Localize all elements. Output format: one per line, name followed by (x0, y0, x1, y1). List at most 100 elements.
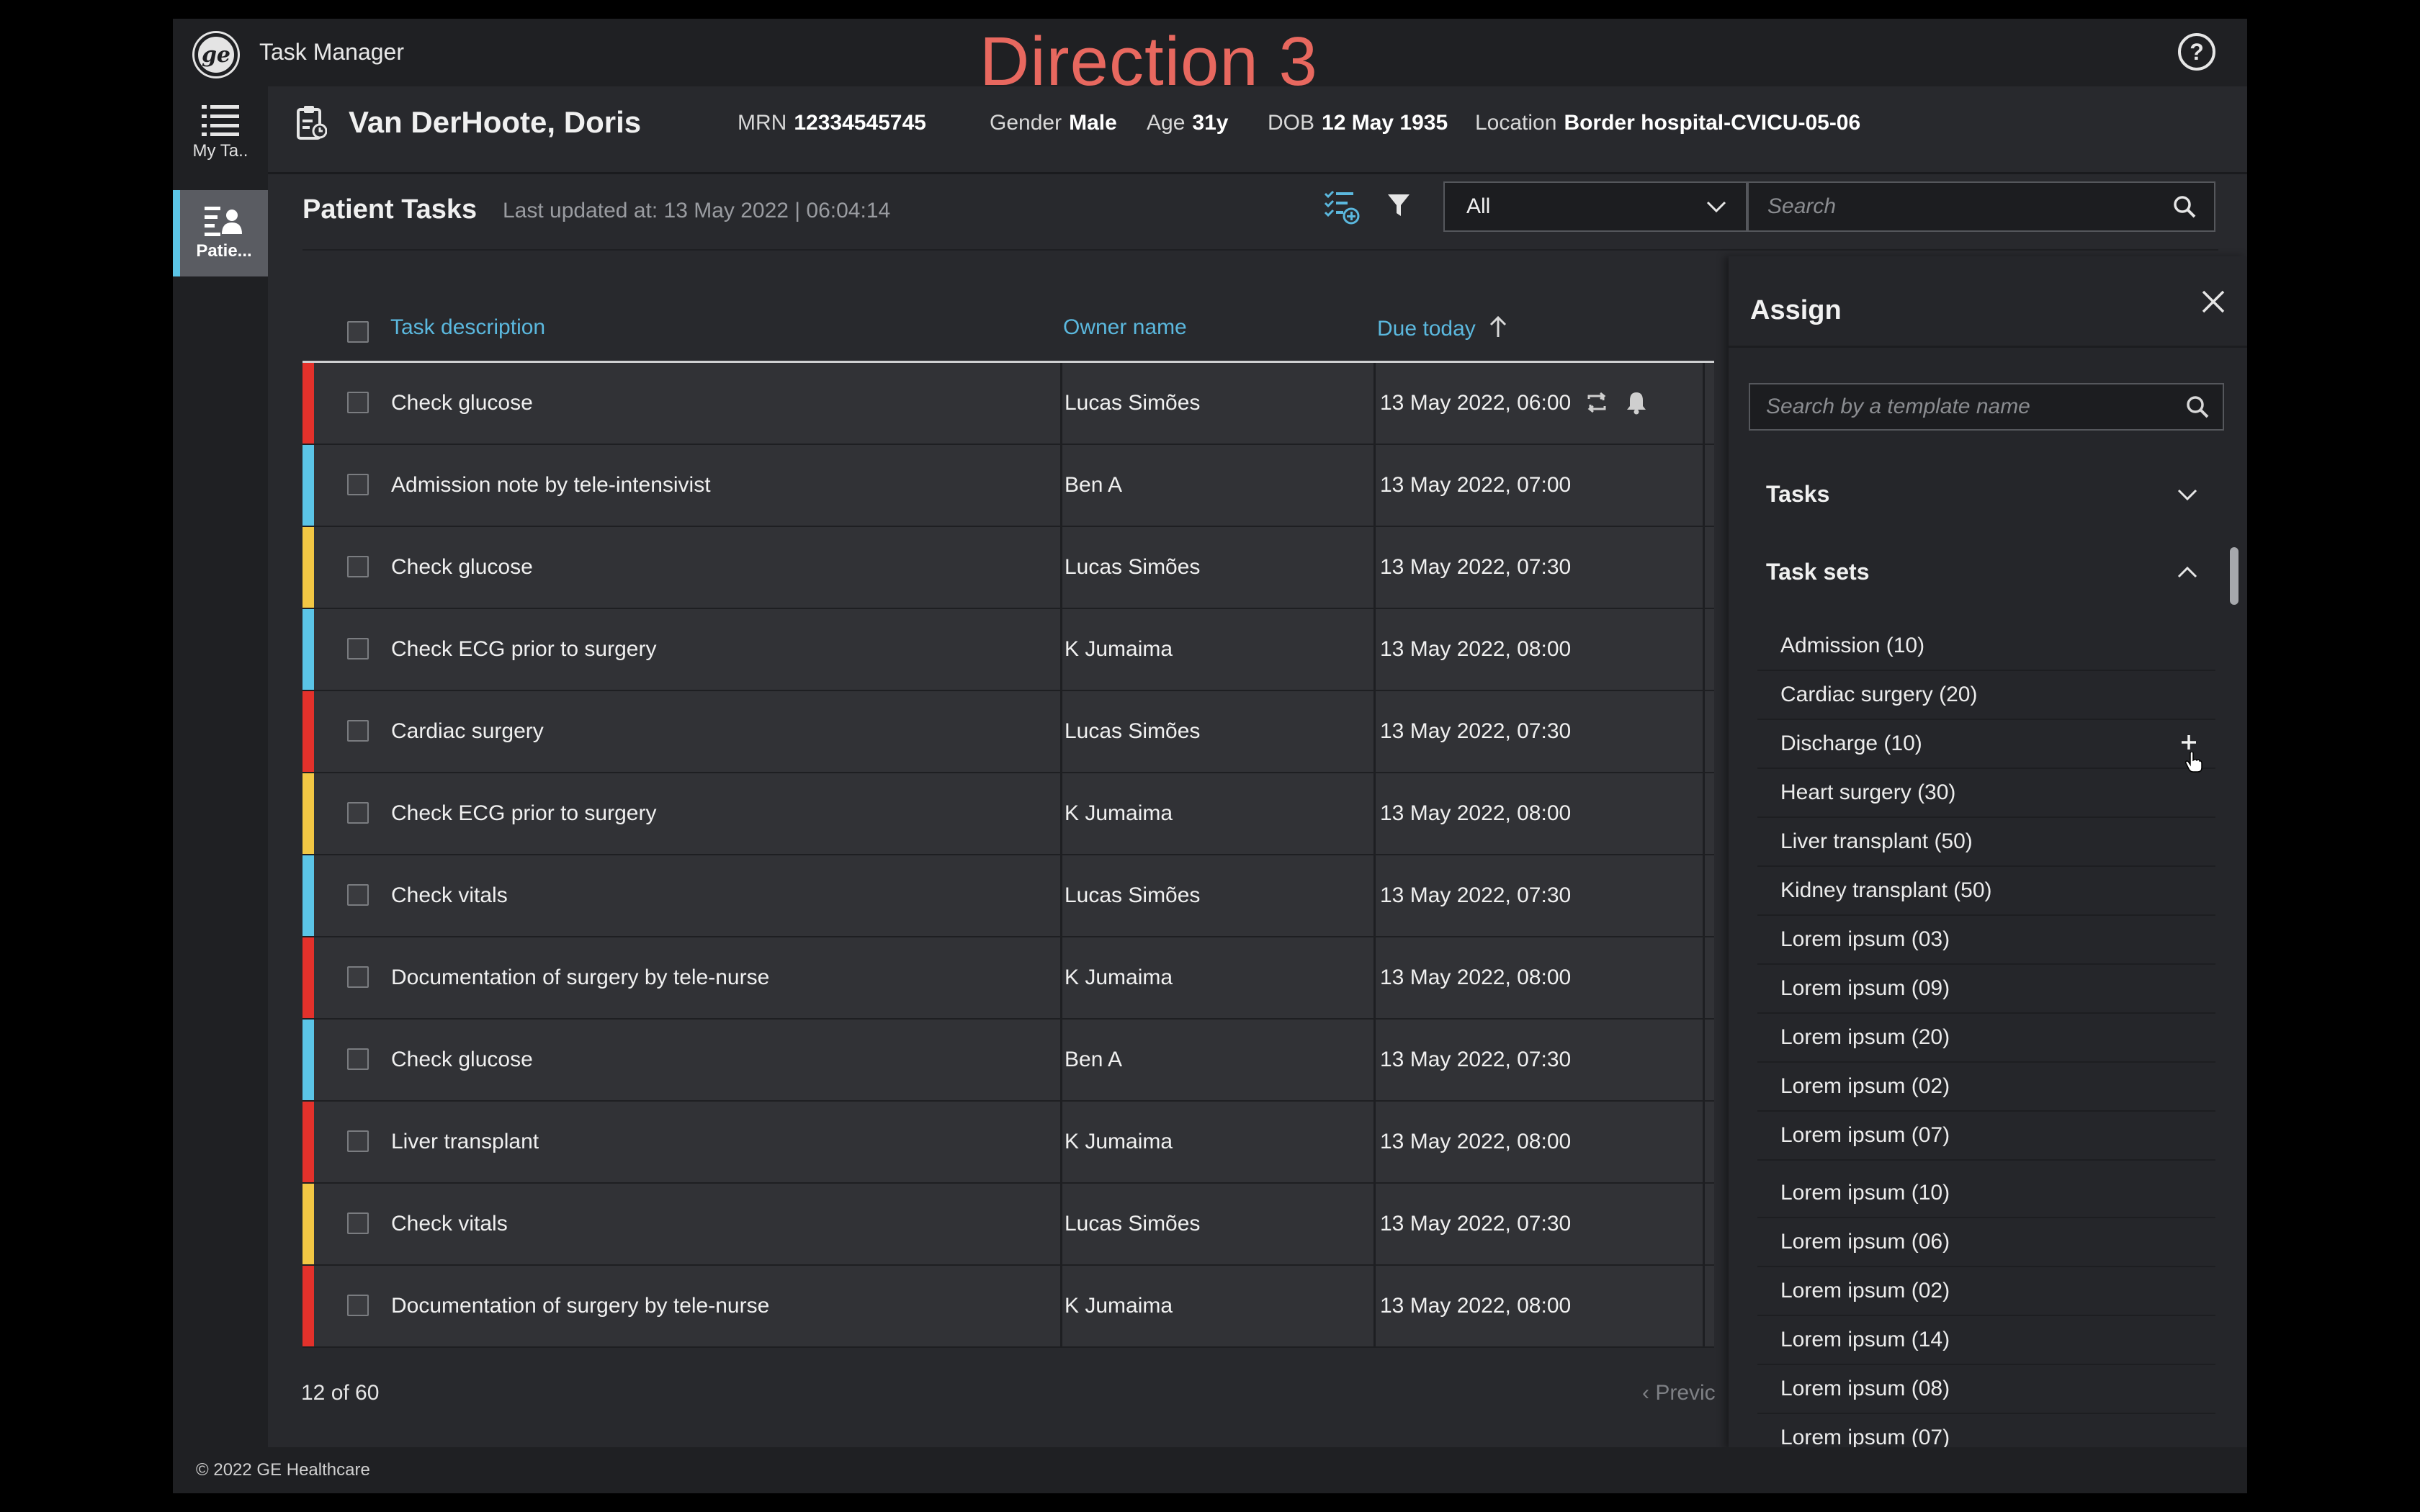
table-row[interactable]: Check glucose Ben A 13 May 2022, 07:30 (302, 1020, 1714, 1102)
side-nav: My Ta.. Patie... (173, 86, 268, 1447)
task-set-item[interactable]: Cardiac surgery (20) (1757, 671, 2215, 720)
row-checkbox[interactable] (347, 884, 369, 906)
row-checkbox[interactable] (347, 1048, 369, 1070)
task-set-item[interactable]: Lorem ipsum (08) (1757, 1365, 2215, 1414)
column-due-label: Due today (1377, 317, 1476, 341)
owner-name: K Jumaima (1065, 966, 1173, 989)
recurring-icon[interactable] (1585, 390, 1609, 415)
nav-item-patient-tasks[interactable]: Patie... (173, 190, 268, 276)
task-set-label: Lorem ipsum (03) (1780, 927, 1950, 951)
row-checkbox[interactable] (347, 720, 369, 742)
search-input[interactable] (1749, 183, 2166, 230)
nav-item-my-tasks[interactable]: My Ta.. (173, 89, 268, 176)
column-separator (1373, 1184, 1376, 1264)
owner-name: K Jumaima (1065, 637, 1173, 661)
tasks-section-label: Tasks (1766, 481, 1830, 507)
last-updated-text: Last updated at: 13 May 2022 | 06:04:14 (503, 199, 891, 222)
task-set-item[interactable]: Liver transplant (50) (1757, 818, 2215, 867)
column-owner-name[interactable]: Owner name (1063, 315, 1187, 340)
row-checkbox[interactable] (347, 802, 369, 824)
table-row[interactable]: Check glucose Lucas Simões 13 May 2022, 07… (302, 527, 1714, 609)
table-row[interactable]: Check vitals Lucas Simões 13 May 2022, 07:… (302, 855, 1714, 937)
task-set-item[interactable]: Lorem ipsum (10) (1757, 1169, 2215, 1218)
tasks-section-toggle[interactable]: Tasks (1766, 481, 2198, 508)
search-field[interactable] (1747, 181, 2215, 232)
column-separator (1703, 855, 1705, 936)
table-row[interactable]: Admission note by tele-intensivist Ben A 1… (302, 445, 1714, 527)
owner-name: K Jumaima (1065, 1130, 1173, 1153)
top-bar: ge Task Manager Direction 3 ? (173, 19, 2247, 96)
column-separator (1703, 445, 1705, 526)
help-icon[interactable]: ? (2178, 33, 2215, 71)
due-time: 13 May 2022, 07:00 (1380, 473, 1572, 497)
priority-indicator (302, 527, 314, 608)
row-checkbox[interactable] (347, 1130, 369, 1152)
table-row[interactable]: Check glucose Lucas Simões 13 May 2022, 06… (302, 363, 1714, 445)
table-row[interactable]: Check ECG prior to surgery K Jumaima 13 Ma… (302, 773, 1714, 855)
list-icon (202, 105, 239, 136)
close-icon[interactable] (2201, 289, 2226, 314)
column-separator (1703, 1020, 1705, 1100)
row-checkbox[interactable] (347, 556, 369, 577)
dob-value: 12 May 1935 (1322, 111, 1448, 135)
add-icon[interactable] (2178, 732, 2200, 753)
table-row[interactable]: Documentation of surgery by tele-nurse K … (302, 937, 1714, 1020)
status-filter-select[interactable]: All (1443, 181, 1747, 232)
tasks-table: Task description Owner name Due today Ch… (302, 294, 1714, 1348)
task-set-item[interactable]: Discharge (10) (1757, 720, 2215, 769)
location-label: Location (1475, 111, 1557, 135)
previous-page-button[interactable]: ‹ Previc (1642, 1381, 1716, 1405)
task-set-item[interactable]: Heart surgery (30) (1757, 769, 2215, 818)
row-checkbox[interactable] (347, 638, 369, 660)
row-checkbox[interactable] (347, 474, 369, 495)
template-search-field[interactable] (1749, 383, 2224, 431)
column-task-description[interactable]: Task description (390, 315, 545, 340)
table-row[interactable]: Check vitals Lucas Simões 13 May 2022, 07:… (302, 1184, 1714, 1266)
column-due-today[interactable]: Due today (1377, 315, 1507, 341)
task-sets-section-label: Task sets (1766, 559, 1870, 585)
task-set-item[interactable]: Lorem ipsum (02) (1757, 1063, 2215, 1112)
gender-label: Gender (990, 111, 1062, 135)
patient-list-icon (205, 207, 242, 236)
table-row[interactable]: Liver transplant K Jumaima 13 May 2022, 08… (302, 1102, 1714, 1184)
template-search-input[interactable] (1750, 384, 2182, 429)
task-set-item[interactable]: Lorem ipsum (14) (1757, 1316, 2215, 1365)
task-set-item[interactable]: Lorem ipsum (07) (1757, 1112, 2215, 1161)
bell-icon[interactable] (1625, 390, 1648, 415)
task-set-item[interactable]: Lorem ipsum (07) (1757, 1414, 2215, 1450)
table-row[interactable]: Check ECG prior to surgery K Jumaima 13 Ma… (302, 609, 1714, 691)
task-set-label: Lorem ipsum (09) (1780, 976, 1950, 1000)
filter-icon[interactable] (1387, 193, 1410, 219)
patient-header: Van DerHoote, Doris MRN 12334545745 Gende… (268, 86, 2247, 174)
row-checkbox[interactable] (347, 392, 369, 413)
column-separator (1703, 691, 1705, 772)
column-separator (1060, 691, 1062, 772)
task-set-item[interactable]: Lorem ipsum (20) (1757, 1014, 2215, 1063)
task-set-item[interactable]: Kidney transplant (50) (1757, 867, 2215, 916)
assign-tasks-icon[interactable] (1324, 190, 1360, 225)
select-all-checkbox[interactable] (347, 321, 369, 343)
task-set-item[interactable]: Admission (10) (1757, 622, 2215, 671)
table-row[interactable]: Documentation of surgery by tele-nurse K … (302, 1266, 1714, 1348)
task-set-item[interactable]: Lorem ipsum (06) (1757, 1218, 2215, 1267)
column-separator (1373, 773, 1376, 854)
row-checkbox[interactable] (347, 1295, 369, 1316)
search-icon[interactable] (2172, 194, 2197, 219)
column-separator (1060, 1102, 1062, 1182)
row-checkbox[interactable] (347, 1212, 369, 1234)
row-checkbox[interactable] (347, 966, 369, 988)
task-set-item[interactable]: Lorem ipsum (03) (1757, 916, 2215, 965)
gender-value: Male (1069, 111, 1117, 135)
task-sets-section-toggle[interactable]: Task sets (1766, 559, 2198, 585)
panel-scrollbar[interactable] (2230, 547, 2238, 605)
search-icon[interactable] (2185, 395, 2210, 419)
task-set-item[interactable]: Lorem ipsum (09) (1757, 965, 2215, 1014)
task-set-item[interactable]: Lorem ipsum (02) (1757, 1267, 2215, 1316)
task-description: Check ECG prior to surgery (391, 801, 657, 825)
column-separator (1703, 1102, 1705, 1182)
table-row[interactable]: Cardiac surgery Lucas Simões 13 May 2022, … (302, 691, 1714, 773)
task-set-label: Lorem ipsum (20) (1780, 1025, 1950, 1049)
column-separator (1373, 1102, 1376, 1182)
priority-indicator (302, 363, 314, 444)
priority-indicator (302, 445, 314, 526)
